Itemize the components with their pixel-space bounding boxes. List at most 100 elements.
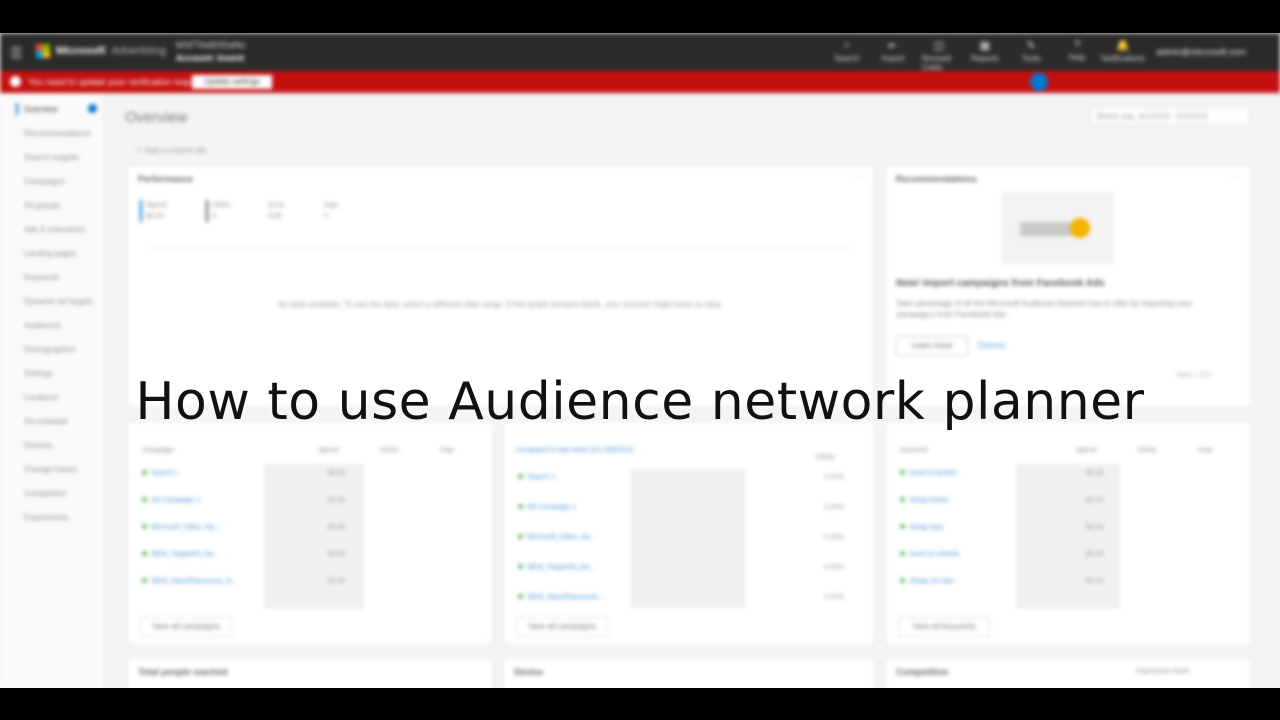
sidebar-item[interactable]: Ads & extensions [24,225,86,234]
import-tool-button[interactable]: ⇤ Import [876,39,910,72]
brand-logo[interactable]: Microsoft Advertising [36,44,166,58]
more-options-icon[interactable]: ··· [1231,171,1241,182]
add-custom-tile-link[interactable]: ＋ Add a custom tile [135,145,206,156]
row-link[interactable]: cheap ski trips [909,578,954,585]
col-clicks[interactable]: Clicks [1138,447,1157,454]
row-link[interactable]: cheap hotels [909,497,949,504]
metric-clicks[interactable]: Clicks 0 [206,200,231,222]
row-value: $0.00 [1086,470,1104,477]
col-impressions[interactable]: Impr. [440,447,456,454]
view-all-campaigns-button[interactable]: View all campaigns [516,617,608,637]
tools-tool-button[interactable]: ✎ Tools [1014,39,1048,72]
table-row[interactable]: NEW_NaturExpressive... [518,594,604,601]
table-row[interactable]: NEW_TargetAN_Na... [518,564,595,571]
blurred-app: ☰ Microsoft Advertising MSFTAdID/DaNo Ac… [0,33,1280,688]
search-tool-button[interactable]: ⌕ Search [830,39,864,72]
table-row[interactable]: AN Campaign 1 [142,497,200,504]
competition-card: Competition Impression share [885,658,1252,688]
sidebar-item[interactable]: Ad groups [24,201,60,210]
more-options-icon[interactable]: ··· [853,171,863,182]
columns-icon: ◫ [933,40,945,52]
row-link[interactable]: NEW_NaturExpressive... [527,594,604,601]
add-tile-label: Add a custom tile [144,146,207,155]
account-switcher[interactable]: MSFTAdID/DaNo Account: Invent [176,39,245,65]
sidebar-item[interactable]: Campaigns [24,177,64,186]
alert-banner: You need to update your verification req… [0,71,1280,93]
sidebar-item[interactable]: Audiences [24,321,61,330]
notifications-tool-button[interactable]: 🔔 Notifications [1101,39,1145,72]
table-row[interactable]: NEW_TargetAN_Na... [142,551,219,558]
device-title: Device [514,667,544,677]
recommendation-description: Take advantage of all the Microsoft Audi… [896,299,1193,319]
view-all-campaigns-button[interactable]: View all campaigns [140,617,232,637]
row-link[interactable]: Search 1 [527,474,555,481]
row-link[interactable]: AN Campaign 1 [527,504,576,511]
sidebar-item[interactable]: Overview [24,105,57,114]
table-row[interactable]: cheap ski trips [900,578,954,585]
table-row[interactable]: Microsoft_Video_Na... [518,534,596,541]
table-row[interactable]: travel to orlando [900,551,959,558]
sidebar-item[interactable]: Experiments [24,513,68,522]
learn-more-button[interactable]: Learn more [896,336,968,356]
status-active-icon [900,578,905,583]
brand-name: Microsoft [56,45,106,57]
row-link[interactable]: AN Campaign 1 [151,497,200,504]
sidebar-item[interactable]: Change history [24,465,78,474]
tool-label: Import [881,54,905,63]
status-active-icon [142,524,147,529]
row-link[interactable]: travel to london [909,470,957,477]
user-account-menu[interactable]: admin@microsoft.com [1156,47,1246,57]
row-link[interactable]: Search 1 [151,470,179,477]
dismiss-link[interactable]: Dismiss [978,341,1006,350]
row-link[interactable]: NEW_TargetAN_Na... [151,551,219,558]
row-link[interactable]: Microsoft_Video_Na... [527,534,596,541]
col-campaign[interactable]: Campaign [142,447,174,454]
col-impressions[interactable]: Impr. [1198,447,1214,454]
sidebar-item[interactable]: Search insights [24,153,79,162]
table-row[interactable]: Microsoft_Video_Na... [142,524,220,531]
row-link[interactable]: NEW_TargetAN_Na... [527,564,595,571]
table-row[interactable]: Search 1 [518,474,555,481]
competition-filter-dropdown[interactable]: Impression share [1136,668,1190,675]
col-spend[interactable]: Spend [1076,447,1096,454]
sidebar-item[interactable]: Landing pages [24,249,77,258]
sidebar-item[interactable]: Demographics [24,345,76,354]
reports-tool-button[interactable]: ▦ Reports [968,39,1002,72]
metric-spend[interactable]: Spend $0.00 [140,200,166,222]
row-link[interactable]: NEW_NaturExpressive_N... [151,578,237,585]
table-row[interactable]: Search 1 [142,470,179,477]
people-reached-card: Total people reached [127,658,493,688]
col-clicks[interactable]: Clicks [380,447,399,454]
letterbox-top [0,0,1280,33]
view-all-keywords-button[interactable]: View all keywords [898,617,990,637]
status-active-icon [142,470,147,475]
table-row[interactable]: cheap trips [900,524,943,531]
hamburger-menu-icon[interactable]: ☰ [10,45,23,62]
date-range-picker[interactable]: Month day, 4/1/2023 - 4/3/2023 [1090,107,1250,125]
row-link[interactable]: Microsoft_Video_Na... [151,524,220,531]
comparison-period[interactable]: Compared to last week (3/1-3/8/2023) [516,447,634,454]
sidebar-item[interactable]: Devices [24,441,52,450]
sidebar-item[interactable]: Keywords [24,273,59,282]
col-clicks[interactable]: Clicks [816,454,835,461]
metric-label: Impr. [324,202,340,209]
tool-label: Tools [1021,54,1041,63]
row-link[interactable]: cheap trips [909,524,943,531]
col-keyword[interactable]: Keyword [900,447,927,454]
sidebar-item[interactable]: Dynamic ad targets [24,297,93,306]
help-tool-button[interactable]: ? Help [1060,39,1094,72]
metric-conversions[interactable]: Conv. 0.00 [268,200,286,222]
revised-tool-button[interactable]: ◫ Revised Colds [922,39,956,72]
letterbox-bottom [0,688,1280,720]
row-link[interactable]: travel to orlando [909,551,959,558]
col-spend[interactable]: Spend [318,447,338,454]
table-row[interactable]: cheap hotels [900,497,949,504]
metric-impressions[interactable]: Impr. 0 [324,200,340,222]
table-row[interactable]: AN Campaign 1 [518,504,576,511]
update-settings-button[interactable]: Update settings [192,75,272,89]
sidebar-item[interactable]: Recommendations [24,129,91,138]
table-row[interactable]: NEW_NaturExpressive_N... [142,578,237,585]
status-active-icon [900,497,905,502]
table-row[interactable]: travel to london [900,470,957,477]
sidebar-item[interactable]: Competition [24,489,67,498]
